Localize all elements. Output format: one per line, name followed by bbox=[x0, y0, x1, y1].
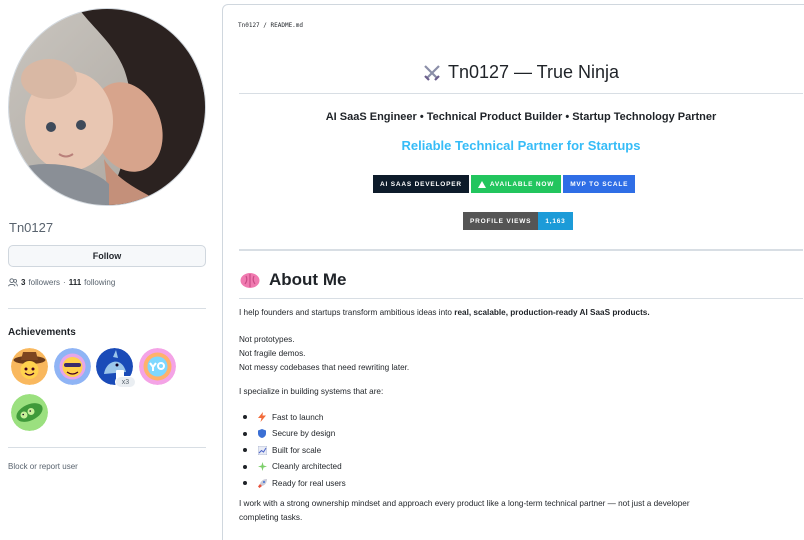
shield-mvp-to-scale[interactable]: MVP TO SCALE bbox=[563, 175, 636, 193]
block-report-link[interactable]: Block or report user bbox=[8, 462, 78, 471]
followers-count[interactable]: 3 bbox=[21, 278, 25, 287]
cowboy-achievement-icon[interactable] bbox=[11, 348, 48, 385]
sparkles-icon bbox=[257, 462, 267, 472]
profile-views-badge[interactable]: PROFILE VIEWS 1,163 bbox=[463, 212, 573, 230]
profile-username: Tn0127 bbox=[9, 220, 54, 235]
shield-available-now[interactable]: AVAILABLE NOW bbox=[470, 175, 562, 193]
lightning-icon bbox=[257, 412, 267, 423]
divider bbox=[8, 308, 206, 309]
pair-extraordinaire-achievement-icon[interactable] bbox=[11, 394, 48, 431]
separator-dot: · bbox=[63, 278, 66, 287]
intro-paragraph: I help founders and startups transform a… bbox=[239, 308, 650, 317]
followers-summary: 3 followers · 111 following bbox=[8, 278, 115, 287]
achievements-heading[interactable]: Achievements bbox=[8, 327, 76, 338]
yolo-achievement-icon[interactable] bbox=[139, 348, 176, 385]
crossed-swords-icon bbox=[424, 64, 440, 81]
list-item: Ready for real users bbox=[243, 475, 346, 492]
readme-tagline: Reliable Technical Partner for Startups bbox=[401, 138, 641, 153]
avatar[interactable] bbox=[8, 8, 206, 206]
specialize-text: I specialize in building systems that ar… bbox=[239, 387, 384, 396]
not-line: Not prototypes. bbox=[239, 335, 295, 344]
list-item: Cleanly architected bbox=[243, 459, 346, 476]
divider bbox=[8, 447, 206, 448]
following-count[interactable]: 111 bbox=[69, 278, 81, 287]
not-lines: Not prototypes. Not fragile demos. Not m… bbox=[239, 333, 409, 375]
following-label[interactable]: following bbox=[84, 278, 115, 287]
followers-label[interactable]: followers bbox=[28, 278, 60, 287]
rocket-icon bbox=[257, 478, 267, 488]
readme-card: Tn0127 / README.md Tn0127 — True Ninja A… bbox=[222, 4, 804, 540]
readme-title-text: Tn0127 — True Ninja bbox=[447, 62, 620, 82]
profile-sidebar: Tn0127 Follow 3 followers · 111 followin… bbox=[0, 0, 214, 540]
section-divider bbox=[239, 249, 803, 251]
avatar-photo bbox=[9, 9, 205, 205]
not-line: Not fragile demos. bbox=[239, 349, 306, 358]
follow-button[interactable]: Follow bbox=[8, 245, 206, 267]
list-item: Secure by design bbox=[243, 426, 346, 443]
quickdraw-achievement-icon[interactable] bbox=[54, 348, 91, 385]
shield-ai-saas-developer[interactable]: AI SAAS DEVELOPER bbox=[373, 175, 469, 193]
brain-icon bbox=[240, 272, 260, 288]
achievement-count-badge: x3 bbox=[115, 376, 136, 388]
about-heading: About Me bbox=[240, 270, 346, 290]
chart-icon bbox=[257, 445, 267, 455]
readme-title: Tn0127 — True Ninja bbox=[223, 62, 804, 83]
list-item: Built for scale bbox=[243, 442, 346, 459]
shield-badges: AI SAAS DEVELOPER AVAILABLE NOW MVP TO S… bbox=[373, 175, 636, 193]
shield-icon bbox=[257, 429, 267, 439]
heading-underline bbox=[239, 298, 803, 299]
title-underline bbox=[239, 93, 803, 94]
readme-breadcrumb[interactable]: Tn0127 / README.md bbox=[238, 22, 303, 29]
list-item: Fast to launch bbox=[243, 409, 346, 426]
qualities-list: Fast to launch Secure by design Built fo… bbox=[243, 409, 346, 492]
profile-views-label: PROFILE VIEWS bbox=[463, 212, 539, 230]
profile-views-value: 1,163 bbox=[538, 212, 573, 230]
about-heading-text: About Me bbox=[269, 270, 347, 289]
not-line: Not messy codebases that need rewriting … bbox=[239, 363, 410, 372]
readme-subtitle: AI SaaS Engineer • Technical Product Bui… bbox=[325, 111, 717, 123]
triangle-icon bbox=[477, 180, 486, 188]
closing-paragraph: I work with a strong ownership mindset a… bbox=[239, 499, 690, 522]
people-icon bbox=[8, 278, 18, 287]
